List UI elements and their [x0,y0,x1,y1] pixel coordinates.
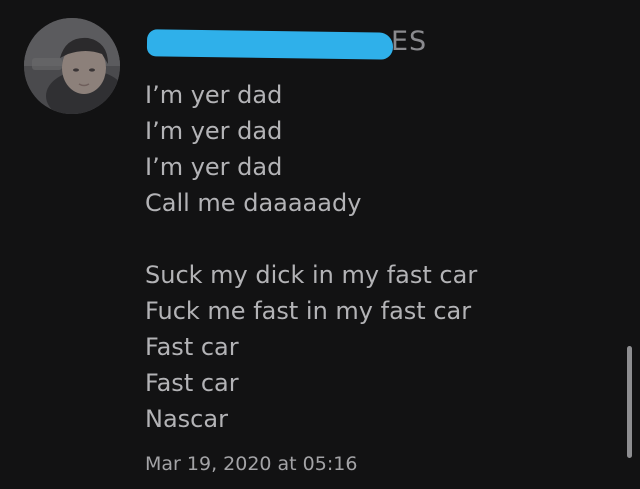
message-line: Nascar [145,405,228,433]
message-line: Call me daaaaady [145,189,362,217]
message-line: I’m yer dad [145,117,283,145]
message-line: Fast car [145,369,239,397]
avatar[interactable] [24,18,120,114]
timestamp: Mar 19, 2020 at 05:16 [145,453,358,475]
username-header: ES [145,22,435,62]
message-line: Fast car [145,333,239,361]
username-text[interactable]: ES [391,26,427,57]
username-redaction-marker [146,29,394,60]
message-line: I’m yer dad [145,81,283,109]
message-line: Fuck me fast in my fast car [145,297,472,325]
avatar-image [24,18,120,114]
message-line: I’m yer dad [145,153,283,181]
scrollbar-thumb[interactable] [627,346,632,458]
message-line: Suck my dick in my fast car [145,261,478,289]
comment-view: ES I’m yer dad I’m yer dad I’m yer dad C… [0,0,640,489]
message-body: I’m yer dad I’m yer dad I’m yer dad Call… [145,77,615,437]
